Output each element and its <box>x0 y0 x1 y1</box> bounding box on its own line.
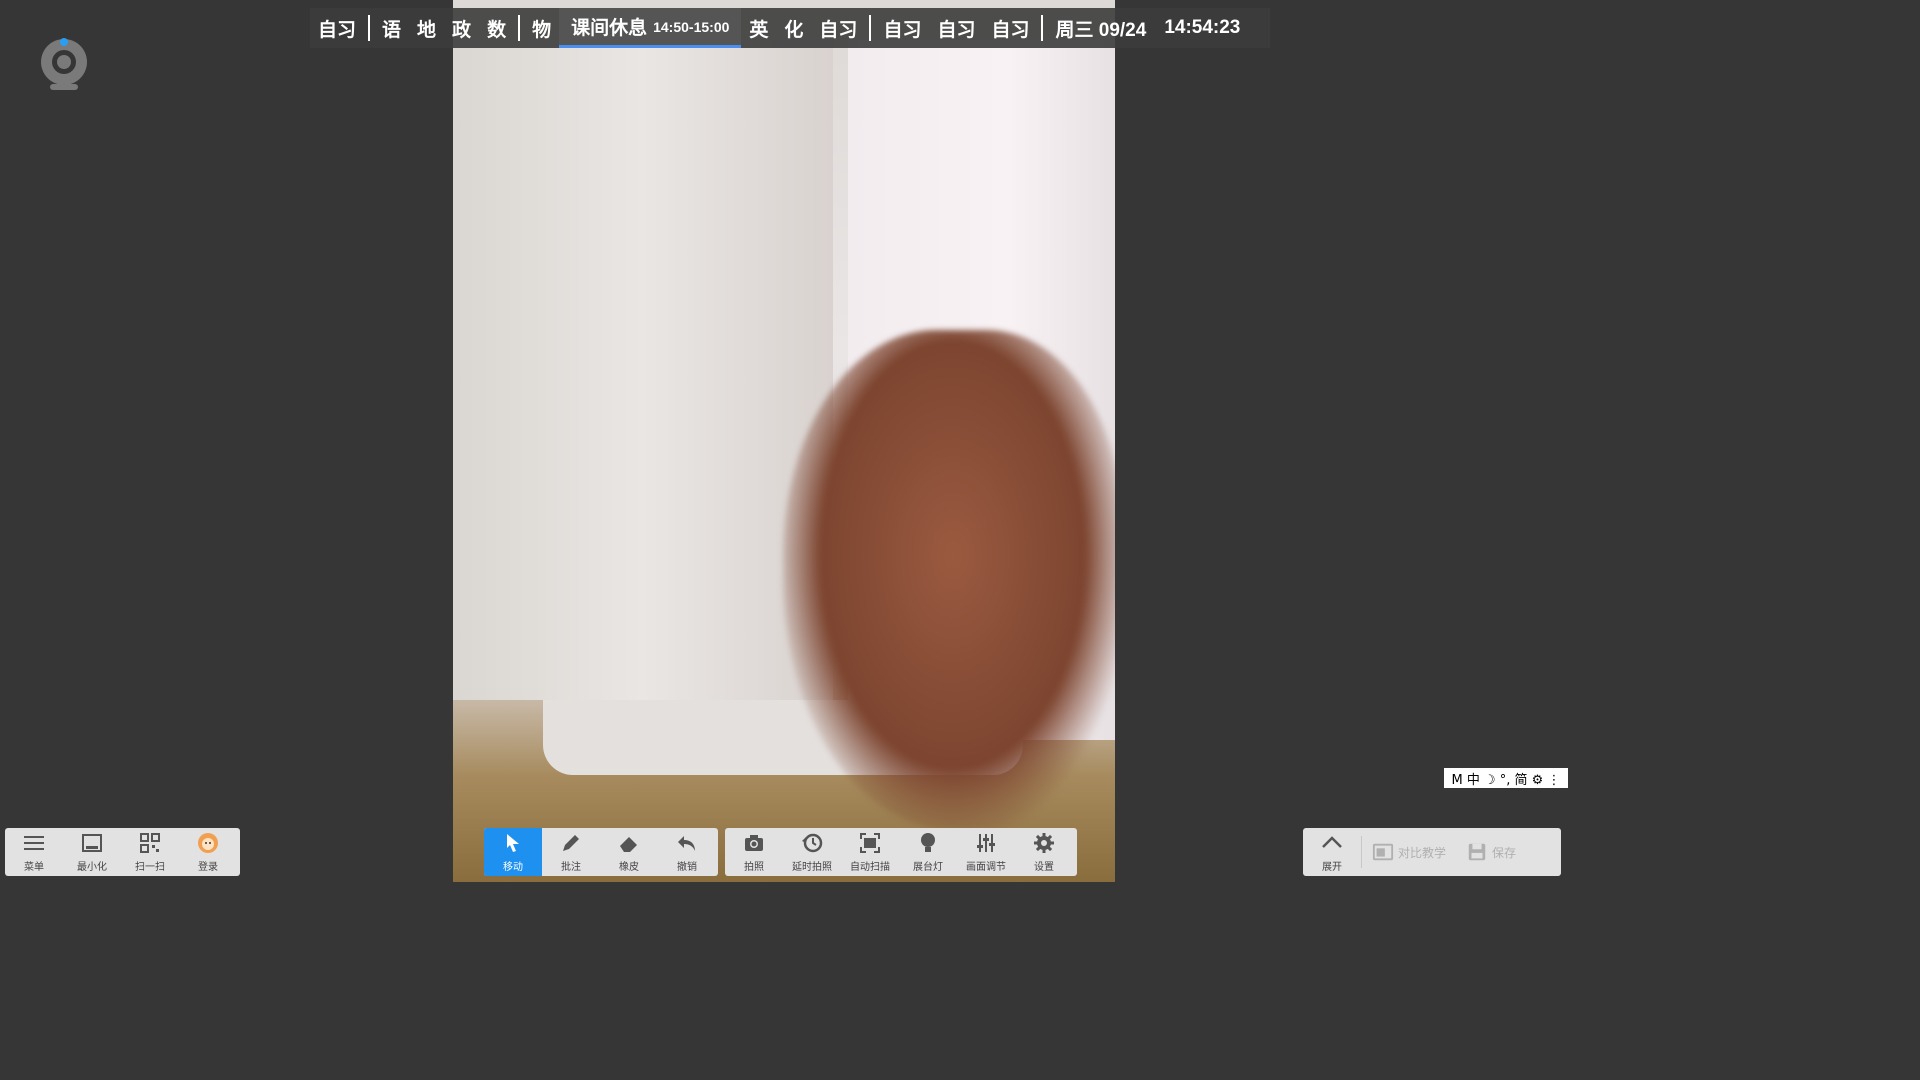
auto-scan-button[interactable]: 自动扫描 <box>841 828 899 876</box>
undo-button[interactable]: 撤销 <box>658 828 716 876</box>
schedule-item: 地 <box>417 19 437 41</box>
schedule-divider <box>1041 15 1044 41</box>
current-period: 课间休息 14:50-15:00 <box>559 8 742 48</box>
adjust-label: 画面调节 <box>966 862 1006 873</box>
compare-label: 对比教学 <box>1398 845 1447 860</box>
schedule-divider <box>368 15 371 41</box>
save-button[interactable]: 保存 <box>1456 828 1526 876</box>
timer-icon <box>802 833 823 853</box>
undo-label: 撤销 <box>677 862 697 873</box>
current-period-time: 14:50-15:00 <box>653 18 730 35</box>
schedule-item: 自习 <box>883 19 922 41</box>
schedule-divider <box>518 15 521 41</box>
menu-icon <box>24 836 44 850</box>
pointer-icon <box>507 834 519 852</box>
auto-scan-label: 自动扫描 <box>850 862 890 873</box>
gear-icon <box>1034 833 1054 853</box>
menu-label: 菜单 <box>24 862 44 873</box>
compare-button[interactable]: 对比教学 <box>1362 828 1456 876</box>
schedule-item: 化 <box>784 19 804 41</box>
schedule-divider <box>869 15 872 41</box>
schedule-item: 数 <box>487 19 507 41</box>
login-button[interactable]: 登录 <box>179 828 237 876</box>
camera-toolbar: 拍照 延时拍照 自动扫描 展台灯 画面调节 设置 <box>725 828 1077 876</box>
adjust-button[interactable]: 画面调节 <box>957 828 1015 876</box>
move-label: 移动 <box>503 862 523 873</box>
qr-scan-button[interactable]: 扫一扫 <box>121 828 179 876</box>
ime-toolbar[interactable]: M 中 ☽ °, 简 ⚙ ⋮ <box>1444 768 1568 788</box>
book-left-page <box>453 40 833 700</box>
photo-button[interactable]: 拍照 <box>725 828 783 876</box>
right-toolbar: 展开 对比教学 保存 <box>1303 828 1561 876</box>
webcam-icon[interactable] <box>38 34 90 94</box>
camera-feed[interactable] <box>453 0 1115 882</box>
annotate-button[interactable]: 批注 <box>542 828 600 876</box>
schedule-item: 自习 <box>937 19 976 41</box>
expand-label: 展开 <box>1322 862 1342 873</box>
settings-button[interactable]: 设置 <box>1015 828 1073 876</box>
menu-button[interactable]: 菜单 <box>5 828 63 876</box>
current-period-label: 课间休息 <box>571 18 648 39</box>
minimize-icon <box>82 834 102 852</box>
schedule-item: 自习 <box>819 19 858 41</box>
edit-toolbar: 移动 批注 橡皮 撤销 <box>484 828 718 876</box>
save-label: 保存 <box>1492 845 1517 860</box>
camera-icon <box>745 835 763 851</box>
auto-scan-icon <box>860 833 880 853</box>
minimize-label: 最小化 <box>77 862 107 873</box>
schedule-item: 英 <box>749 19 769 41</box>
timer-photo-label: 延时拍照 <box>792 862 832 873</box>
eraser-label: 橡皮 <box>619 862 639 873</box>
schedule-item: 物 <box>532 19 552 41</box>
undo-icon <box>678 836 695 851</box>
eraser-button[interactable]: 橡皮 <box>600 828 658 876</box>
eraser-icon <box>620 837 637 852</box>
left-toolbar: 菜单 最小化 扫一扫 登录 <box>5 828 240 876</box>
minimize-button[interactable]: 最小化 <box>63 828 121 876</box>
schedule-item: 自习 <box>991 19 1030 41</box>
chevron-up-icon <box>1322 836 1342 848</box>
lamp-button[interactable]: 展台灯 <box>899 828 957 876</box>
lamp-icon <box>921 833 935 852</box>
save-icon <box>1468 843 1486 861</box>
photo-label: 拍照 <box>744 862 764 873</box>
move-button[interactable]: 移动 <box>484 828 542 876</box>
qr-scan-icon <box>140 833 160 853</box>
adjust-icon <box>977 834 995 852</box>
avatar-icon <box>198 833 218 853</box>
schedule-item: 政 <box>452 19 472 41</box>
timer-photo-button[interactable]: 延时拍照 <box>783 828 841 876</box>
qr-scan-label: 扫一扫 <box>135 862 165 873</box>
date-label: 周三 09/24 <box>1055 19 1147 41</box>
schedule-item: 语 <box>382 19 402 41</box>
lamp-label: 展台灯 <box>913 862 943 873</box>
clock: 14:54:23 <box>1164 17 1241 38</box>
ime-status[interactable]: M 中 ☽ °, 简 ⚙ ⋮ <box>1452 769 1561 788</box>
hand <box>783 330 1115 830</box>
schedule-item: 自习 <box>318 19 357 41</box>
pen-icon <box>563 835 579 851</box>
expand-button[interactable]: 展开 <box>1303 828 1361 876</box>
compare-icon <box>1372 843 1394 861</box>
annotate-label: 批注 <box>561 862 581 873</box>
login-label: 登录 <box>198 862 218 873</box>
schedule-bar: 自习 语 地 政 数 物 课间休息 14:50-15:00 英 化 自习 自习 … <box>310 8 1270 48</box>
settings-label: 设置 <box>1034 862 1054 873</box>
